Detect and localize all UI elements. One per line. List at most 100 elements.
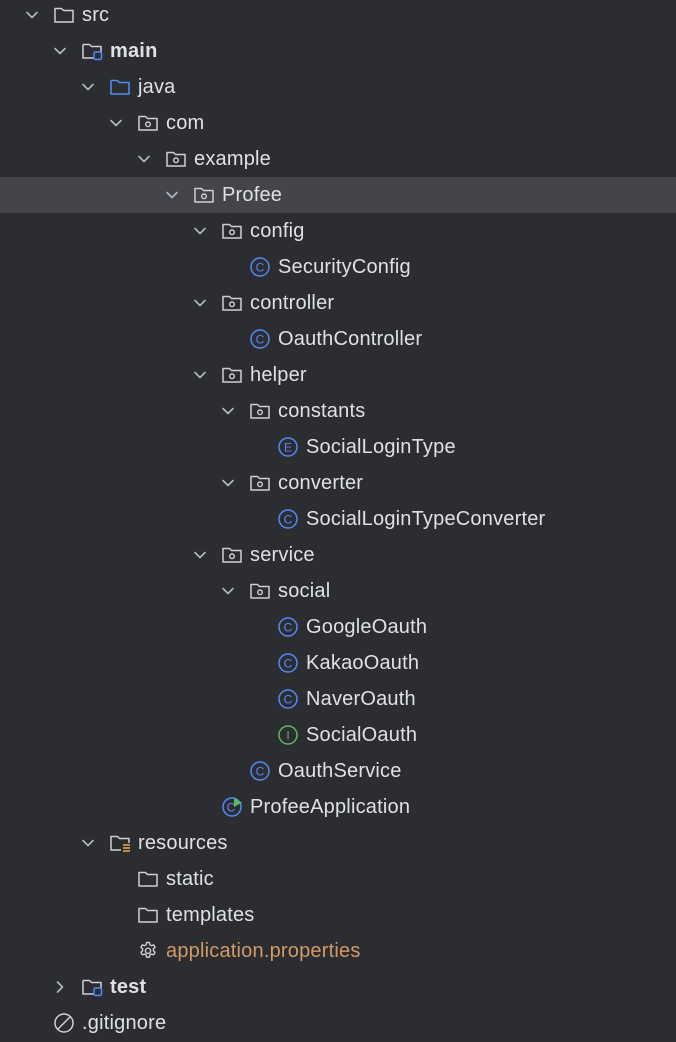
tree-node-label: SocialLoginTypeConverter [306,508,546,530]
chevron-down-icon[interactable] [190,357,210,393]
tree-node-label: controller [250,292,335,314]
package-icon [221,213,243,249]
chevron-down-icon[interactable] [162,177,182,213]
chevron-down-icon[interactable] [106,105,126,141]
tree-node-googleoauth[interactable]: C GoogleOauth [0,609,676,645]
svg-text:E: E [284,440,292,454]
tree-node-profee[interactable]: Profee [0,177,676,213]
tree-node-label: constants [278,400,366,422]
tree-node-label: .gitignore [82,1012,167,1034]
tree-node-converter[interactable]: converter [0,465,676,501]
package-icon [249,465,271,501]
package-icon [221,285,243,321]
source-root-folder-icon [81,33,103,69]
tree-node-securityconfig[interactable]: C SecurityConfig [0,249,676,285]
tree-node-oauthservice[interactable]: C OauthService [0,753,676,789]
java-source-folder-icon [109,69,131,105]
chevron-down-icon[interactable] [134,141,154,177]
tree-node-label: test [110,976,147,998]
tree-node-naveroauth[interactable]: C NaverOauth [0,681,676,717]
folder-icon [137,897,159,933]
tree-node-src[interactable]: src [0,0,676,33]
tree-node-label: main [110,40,158,62]
tree-node-socialoauth[interactable]: I SocialOauth [0,717,676,753]
tree-node-com[interactable]: com [0,105,676,141]
package-icon [221,537,243,573]
chevron-down-icon[interactable] [218,465,238,501]
tree-node-label: helper [250,364,307,386]
svg-text:C: C [284,656,293,670]
folder-icon [53,0,75,33]
tree-node-label: social [278,580,331,602]
svg-text:C: C [256,260,265,274]
tree-node-label: OauthController [278,328,423,350]
tree-node-service[interactable]: service [0,537,676,573]
folder-icon [137,861,159,897]
chevron-down-icon[interactable] [22,0,42,33]
tree-node-main[interactable]: main [0,33,676,69]
chevron-down-icon[interactable] [190,537,210,573]
chevron-down-icon[interactable] [218,573,238,609]
tree-node-label: src [82,4,110,26]
tree-node-socialogintype[interactable]: E SocialLoginType [0,429,676,465]
tree-node-label: GoogleOauth [306,616,428,638]
tree-node-social[interactable]: social [0,573,676,609]
chevron-down-icon[interactable] [78,825,98,861]
tree-node-label: NaverOauth [306,688,416,710]
tree-node-templates[interactable]: templates [0,897,676,933]
svg-text:C: C [256,764,265,778]
svg-text:C: C [284,620,293,634]
svg-text:C: C [256,332,265,346]
tree-node-example[interactable]: example [0,141,676,177]
tree-node-constants[interactable]: constants [0,393,676,429]
tree-node-static[interactable]: static [0,861,676,897]
tree-node-label: ProfeeApplication [250,796,411,818]
chevron-down-icon[interactable] [78,69,98,105]
tree-node-application-properties[interactable]: application.properties [0,933,676,969]
chevron-down-icon[interactable] [190,285,210,321]
chevron-right-icon[interactable] [50,969,70,1005]
tree-node-label: Profee [222,184,283,206]
tree-node-socialogintypeconverter[interactable]: C SocialLoginTypeConverter [0,501,676,537]
spring-boot-class-icon: C [221,789,243,825]
gear-icon [137,933,159,969]
tree-node-profeeapplication[interactable]: C ProfeeApplication [0,789,676,825]
class-icon: C [249,321,271,357]
interface-icon: I [277,717,299,753]
tree-node-resources[interactable]: resources [0,825,676,861]
tree-node-label: resources [138,832,228,854]
tree-node-label: static [166,868,214,890]
tree-node-config[interactable]: config [0,213,676,249]
class-icon: C [277,681,299,717]
class-icon: C [277,645,299,681]
ignored-file-icon [53,1005,75,1041]
svg-text:I: I [286,728,289,742]
tree-node-label: java [138,76,176,98]
class-icon: C [249,249,271,285]
class-icon: C [277,609,299,645]
chevron-down-icon[interactable] [50,33,70,69]
tree-node-label: service [250,544,315,566]
chevron-down-icon[interactable] [218,393,238,429]
svg-text:C: C [284,692,293,706]
tree-node-label: com [166,112,205,134]
package-icon [137,105,159,141]
tree-node-controller[interactable]: controller [0,285,676,321]
test-root-folder-icon [81,969,103,1005]
chevron-down-icon[interactable] [190,213,210,249]
tree-node-label: SocialLoginType [306,436,456,458]
tree-node-label: SecurityConfig [278,256,411,278]
package-icon [165,141,187,177]
tree-node-gitignore[interactable]: .gitignore [0,1005,676,1041]
tree-node-oauthcontroller[interactable]: C OauthController [0,321,676,357]
resources-folder-icon [109,825,131,861]
package-icon [249,573,271,609]
class-icon: C [249,753,271,789]
tree-node-label: templates [166,904,255,926]
tree-node-test[interactable]: test [0,969,676,1005]
tree-node-java[interactable]: java [0,69,676,105]
project-tree: src main java com example Profee config … [0,0,676,1042]
tree-node-helper[interactable]: helper [0,357,676,393]
package-icon [193,177,215,213]
tree-node-kakaooauth[interactable]: C KakaoOauth [0,645,676,681]
